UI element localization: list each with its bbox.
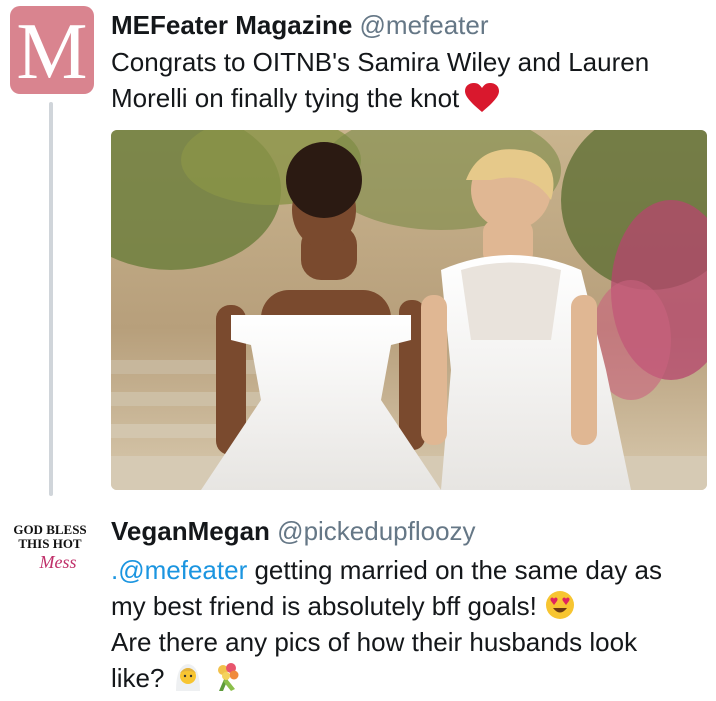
tweet-text-line: Are there any pics of how their husbands… [111, 627, 638, 657]
user-handle[interactable]: @pickedupfloozy [277, 516, 475, 546]
tweet-text-segment: my best friend is absolutely bff goals! [111, 591, 537, 621]
tweet-text-line: my best friend is absolutely bff goals! [111, 588, 662, 624]
tweet-text-segment: getting married on the same day as [247, 555, 663, 585]
avatar[interactable]: GOD BLESS THIS HOT Mess [6, 520, 96, 584]
tweet-text: Congrats to OITNB's Samira Wiley and Lau… [111, 44, 649, 116]
tweet-text-line: .@mefeater getting married on the same d… [111, 552, 662, 588]
tweet-text-line: Morelli on finally tying the knot [111, 80, 649, 116]
display-name[interactable]: VeganMegan [111, 516, 270, 546]
user-handle[interactable]: @mefeater [360, 10, 489, 40]
tweet-header: MEFeater Magazine @mefeater [111, 8, 489, 42]
thread-connector-line [49, 102, 53, 496]
tweet-text-line: Congrats to OITNB's Samira Wiley and Lau… [111, 47, 650, 77]
tweet-text-segment: like? [111, 663, 165, 693]
tweet-header: VeganMegan @pickedupfloozy [111, 514, 476, 548]
avatar-text-line: Mess [39, 552, 77, 572]
wedding-photo[interactable] [111, 130, 707, 490]
heart-eyes-face-icon [546, 591, 575, 619]
avatar-text-line: GOD BLESS [13, 522, 86, 537]
avatar-text-line: THIS HOT [18, 536, 82, 551]
tweet-text-line: like? [111, 660, 662, 696]
bride-with-veil-icon [175, 664, 200, 691]
tweet-text-segment: Morelli on finally tying the knot [111, 83, 460, 113]
bouquet-icon [217, 663, 239, 691]
display-name[interactable]: MEFeater Magazine [111, 10, 352, 40]
red-heart-icon [465, 83, 500, 112]
mention-link[interactable]: .@mefeater [111, 555, 247, 585]
avatar[interactable]: M [10, 6, 94, 94]
avatar-letter: M [16, 8, 88, 96]
tweet-text: .@mefeater getting married on the same d… [111, 552, 662, 696]
